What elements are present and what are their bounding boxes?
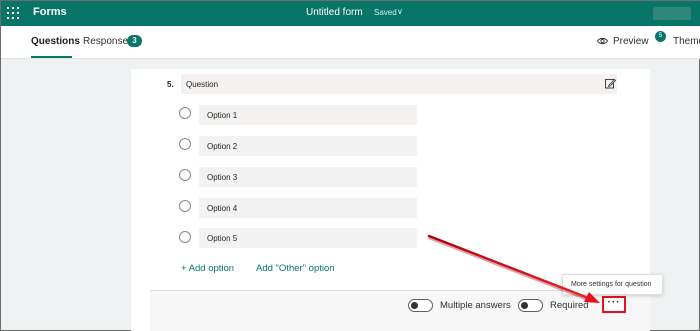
preview-button[interactable]: Preview: [613, 36, 649, 47]
palette-icon[interactable]: 5: [655, 31, 666, 42]
option-input[interactable]: Option 3: [199, 167, 417, 187]
add-other-option-button[interactable]: Add "Other" option: [256, 263, 335, 274]
option-input[interactable]: Option 5: [199, 228, 417, 248]
theme-button[interactable]: Theme: [673, 36, 700, 47]
option-input[interactable]: Option 2: [199, 136, 417, 156]
divider: [150, 290, 623, 291]
option-input[interactable]: Option 4: [199, 198, 417, 218]
more-settings-button[interactable]: ···: [602, 296, 626, 313]
add-option-button[interactable]: + Add option: [181, 263, 234, 274]
account-avatar[interactable]: [653, 7, 691, 20]
multiple-answers-toggle[interactable]: [408, 299, 433, 312]
edit-icon[interactable]: [605, 78, 616, 89]
app-launcher-icon[interactable]: [7, 7, 19, 19]
question-title-input[interactable]: Question: [181, 74, 617, 94]
option-radio[interactable]: [179, 169, 191, 181]
responses-count-badge: 3: [127, 35, 142, 47]
required-label: Required: [550, 300, 589, 311]
question-number: 5.: [167, 80, 174, 89]
required-toggle[interactable]: [518, 299, 543, 312]
chevron-down-icon[interactable]: ∨: [397, 7, 403, 16]
app-name[interactable]: Forms: [33, 6, 67, 18]
active-tab-indicator: [31, 56, 72, 58]
top-bar: Forms Untitled form Saved ∨: [1, 1, 700, 26]
tab-responses[interactable]: Responses: [83, 36, 133, 47]
option-radio[interactable]: [179, 138, 191, 150]
option-radio[interactable]: [179, 107, 191, 119]
multiple-answers-label: Multiple answers: [440, 300, 511, 311]
more-settings-tooltip: More settings for question: [562, 274, 663, 295]
question-footer: [150, 291, 650, 331]
tab-questions[interactable]: Questions: [31, 36, 80, 47]
eye-icon[interactable]: [597, 37, 608, 45]
save-status: Saved: [374, 8, 397, 17]
option-radio[interactable]: [179, 231, 191, 243]
option-radio[interactable]: [179, 200, 191, 212]
form-title[interactable]: Untitled form: [306, 7, 363, 18]
sub-navigation: Questions Responses 3 Preview 5 Theme: [1, 26, 700, 59]
option-input[interactable]: Option 1: [199, 105, 417, 125]
